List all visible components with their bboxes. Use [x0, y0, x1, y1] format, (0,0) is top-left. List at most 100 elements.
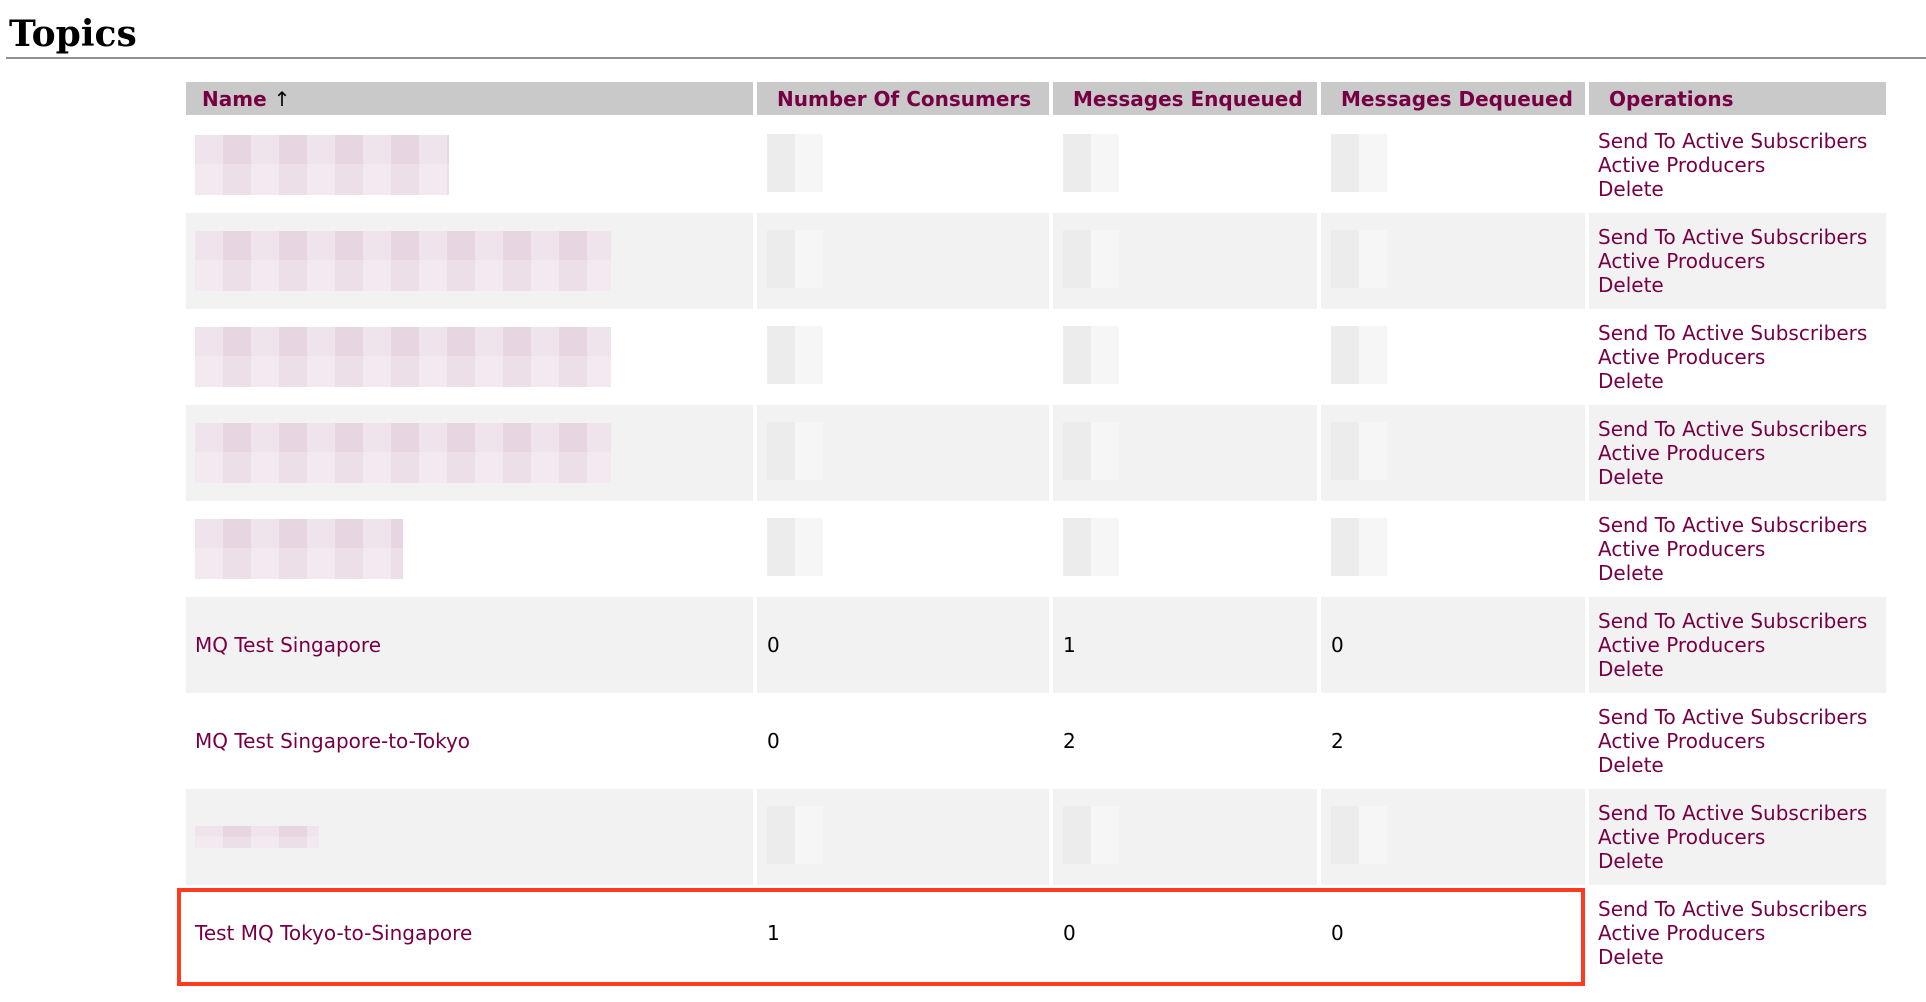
topic-consumers-cell: [757, 213, 1049, 309]
redacted-value: [767, 805, 823, 864]
topic-name-cell: [186, 309, 753, 405]
topic-enqueued-cell: [1053, 501, 1317, 597]
active-producers-link[interactable]: Active Producers: [1598, 537, 1886, 561]
title-divider: [6, 57, 1926, 59]
active-producers-link[interactable]: Active Producers: [1598, 921, 1886, 945]
active-producers-link[interactable]: Active Producers: [1598, 825, 1886, 849]
send-to-active-subscribers-link[interactable]: Send To Active Subscribers: [1598, 705, 1886, 729]
topic-enqueued-cell: [1053, 405, 1317, 501]
send-to-active-subscribers-link[interactable]: Send To Active Subscribers: [1598, 225, 1886, 249]
topic-enqueued-cell: [1053, 117, 1317, 213]
operations-cell: Send To Active Subscribers Active Produce…: [1589, 885, 1886, 981]
topic-consumers-cell: [757, 117, 1049, 213]
delete-link[interactable]: Delete: [1598, 177, 1886, 201]
redacted-value: [767, 229, 823, 288]
topic-enqueued-cell: 2: [1053, 693, 1317, 789]
delete-link[interactable]: Delete: [1598, 849, 1886, 873]
delete-link[interactable]: Delete: [1598, 753, 1886, 777]
active-producers-link[interactable]: Active Producers: [1598, 249, 1886, 273]
topic-consumers-cell: [757, 405, 1049, 501]
send-to-active-subscribers-link[interactable]: Send To Active Subscribers: [1598, 417, 1886, 441]
topic-dequeued-cell: [1321, 789, 1585, 885]
sort-ascending-icon: ↑: [273, 86, 291, 111]
redacted-value: [1331, 421, 1387, 480]
active-producers-link[interactable]: Active Producers: [1598, 441, 1886, 465]
redacted-topic-name: [195, 327, 611, 387]
operations-cell: Send To Active Subscribers Active Produce…: [1589, 789, 1886, 885]
operations-cell: Send To Active Subscribers Active Produce…: [1589, 501, 1886, 597]
delete-link[interactable]: Delete: [1598, 465, 1886, 489]
redacted-value: [1331, 517, 1387, 576]
delete-link[interactable]: Delete: [1598, 657, 1886, 681]
topic-consumers-cell: [757, 309, 1049, 405]
redacted-topic-name: [195, 519, 403, 579]
topic-name-link[interactable]: Test MQ Tokyo-to-Singapore: [195, 921, 472, 945]
redacted-topic-name: [195, 826, 319, 848]
table-row: Send To Active Subscribers Active Produce…: [186, 117, 1886, 213]
send-to-active-subscribers-link[interactable]: Send To Active Subscribers: [1598, 897, 1886, 921]
topic-name-cell: Test MQ Tokyo-to-Singapore: [186, 885, 753, 981]
operations-cell: Send To Active Subscribers Active Produce…: [1589, 597, 1886, 693]
redacted-topic-name: [195, 135, 449, 195]
redacted-value: [1063, 229, 1119, 288]
active-producers-link[interactable]: Active Producers: [1598, 729, 1886, 753]
table-row: MQ Test Singapore-to-Tokyo 0 2 2 Send To Act…: [186, 693, 1886, 789]
topic-enqueued-cell: 0: [1053, 885, 1317, 981]
redacted-value: [1331, 325, 1387, 384]
topic-name-cell: MQ Test Singapore: [186, 597, 753, 693]
topic-dequeued-cell: [1321, 213, 1585, 309]
topic-name-link[interactable]: MQ Test Singapore-to-Tokyo: [195, 729, 470, 753]
redacted-value: [1063, 325, 1119, 384]
table-row: Send To Active Subscribers Active Produce…: [186, 405, 1886, 501]
column-header-name-label: Name: [202, 86, 267, 111]
column-header-consumers[interactable]: Number Of Consumers: [757, 82, 1049, 117]
table-row: Test MQ Tokyo-to-Singapore 1 0 0 Send To Act…: [186, 885, 1886, 981]
table-row: Send To Active Subscribers Active Produce…: [186, 309, 1886, 405]
redacted-value: [1331, 229, 1387, 288]
send-to-active-subscribers-link[interactable]: Send To Active Subscribers: [1598, 321, 1886, 345]
table-row: MQ Test Singapore 0 1 0 Send To Active Subsc…: [186, 597, 1886, 693]
topic-consumers-cell: [757, 789, 1049, 885]
delete-link[interactable]: Delete: [1598, 945, 1886, 969]
send-to-active-subscribers-link[interactable]: Send To Active Subscribers: [1598, 513, 1886, 537]
column-header-enqueued[interactable]: Messages Enqueued: [1053, 82, 1317, 117]
operations-cell: Send To Active Subscribers Active Produce…: [1589, 693, 1886, 789]
send-to-active-subscribers-link[interactable]: Send To Active Subscribers: [1598, 609, 1886, 633]
topic-consumers-cell: 0: [757, 693, 1049, 789]
topic-name-cell: [186, 789, 753, 885]
topic-name-cell: [186, 405, 753, 501]
operations-cell: Send To Active Subscribers Active Produce…: [1589, 213, 1886, 309]
active-producers-link[interactable]: Active Producers: [1598, 153, 1886, 177]
topic-name-link[interactable]: MQ Test Singapore: [195, 633, 381, 657]
topic-enqueued-cell: [1053, 789, 1317, 885]
operations-cell: Send To Active Subscribers Active Produce…: [1589, 405, 1886, 501]
redacted-value: [767, 325, 823, 384]
topic-name-cell: [186, 501, 753, 597]
column-header-name[interactable]: Name ↑: [186, 82, 753, 117]
topic-dequeued-cell: 2: [1321, 693, 1585, 789]
column-header-dequeued[interactable]: Messages Dequeued: [1321, 82, 1585, 117]
redacted-value: [767, 133, 823, 192]
topics-table-body: Send To Active Subscribers Active Produce…: [186, 117, 1886, 981]
topic-name-cell: [186, 213, 753, 309]
topic-dequeued-cell: [1321, 405, 1585, 501]
redacted-value: [1063, 133, 1119, 192]
active-producers-link[interactable]: Active Producers: [1598, 345, 1886, 369]
redacted-value: [1063, 805, 1119, 864]
topic-dequeued-cell: 0: [1321, 597, 1585, 693]
column-header-operations: Operations: [1589, 82, 1886, 117]
topic-enqueued-cell: [1053, 309, 1317, 405]
send-to-active-subscribers-link[interactable]: Send To Active Subscribers: [1598, 129, 1886, 153]
active-producers-link[interactable]: Active Producers: [1598, 633, 1886, 657]
operations-cell: Send To Active Subscribers Active Produce…: [1589, 117, 1886, 213]
redacted-value: [1063, 421, 1119, 480]
topic-dequeued-cell: 0: [1321, 885, 1585, 981]
table-row: Send To Active Subscribers Active Produce…: [186, 501, 1886, 597]
redacted-topic-name: [195, 423, 611, 483]
table-header-row: Name ↑ Number Of Consumers Messages Enqu…: [186, 82, 1886, 117]
topic-name-cell: [186, 117, 753, 213]
delete-link[interactable]: Delete: [1598, 369, 1886, 393]
send-to-active-subscribers-link[interactable]: Send To Active Subscribers: [1598, 801, 1886, 825]
delete-link[interactable]: Delete: [1598, 273, 1886, 297]
delete-link[interactable]: Delete: [1598, 561, 1886, 585]
